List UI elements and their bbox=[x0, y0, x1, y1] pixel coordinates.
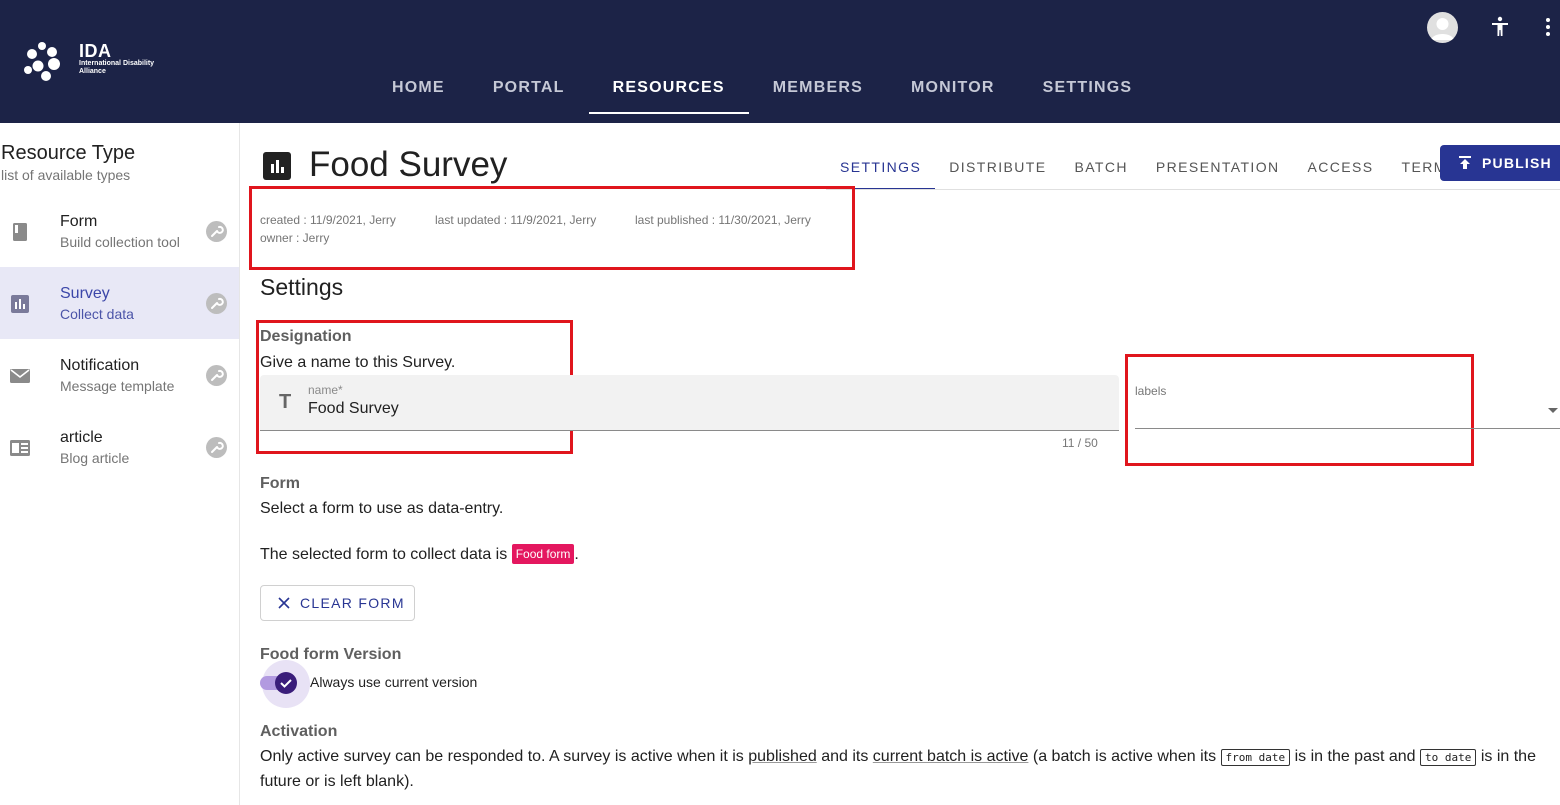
top-app-bar: IDA International Disability Alliance HO… bbox=[0, 0, 1560, 123]
brand-subtitle: International Disability Alliance bbox=[79, 60, 155, 75]
sidebar-item-description: Blog article bbox=[60, 450, 130, 466]
toggle-thumb bbox=[275, 672, 297, 694]
envelope-icon bbox=[9, 365, 31, 387]
selected-form-text: The selected form to collect data is Foo… bbox=[260, 544, 579, 564]
sidebar-item-label: Survey bbox=[60, 285, 110, 302]
from-date-code: from date bbox=[1220, 749, 1291, 766]
designation-description: Give a name to this Survey. bbox=[260, 354, 456, 371]
sidebar-item-survey[interactable]: Survey Collect data bbox=[0, 267, 239, 339]
bar-chart-icon bbox=[9, 293, 31, 315]
labels-field-label: labels bbox=[1135, 384, 1167, 398]
sidebar-item-label: article bbox=[60, 429, 103, 446]
selected-form-suffix: . bbox=[574, 546, 579, 563]
sidebar-item-notification[interactable]: Notification Message template bbox=[0, 339, 239, 411]
tab-presentation[interactable]: PRESENTATION bbox=[1142, 143, 1294, 190]
tab-batch[interactable]: BATCH bbox=[1060, 143, 1141, 190]
name-field[interactable]: T name* Food Survey bbox=[260, 375, 1119, 431]
name-field-label: name* bbox=[308, 383, 343, 397]
resource-tabs: SETTINGS DISTRIBUTE BATCH PRESENTATION A… bbox=[826, 143, 1472, 190]
activation-text-2: and its bbox=[821, 748, 869, 765]
selected-form-prefix: The selected form to collect data is bbox=[260, 546, 508, 563]
tab-distribute[interactable]: DISTRIBUTE bbox=[935, 143, 1060, 190]
designation-title: Designation bbox=[260, 328, 352, 345]
sidebar-item-description: Collect data bbox=[60, 306, 134, 322]
nav-resources[interactable]: RESOURCES bbox=[588, 62, 749, 114]
close-icon bbox=[278, 597, 290, 609]
wrench-icon[interactable] bbox=[206, 293, 227, 314]
main-nav: HOME PORTAL RESOURCES MEMBERS MONITOR SE… bbox=[368, 62, 1156, 114]
nav-members[interactable]: MEMBERS bbox=[749, 62, 887, 114]
published-link[interactable]: published bbox=[748, 748, 817, 765]
article-icon bbox=[9, 437, 31, 459]
labels-select[interactable]: labels bbox=[1135, 377, 1560, 429]
accessibility-icon[interactable] bbox=[1488, 15, 1512, 39]
publish-button[interactable]: PUBLISH bbox=[1440, 145, 1560, 181]
to-date-code: to date bbox=[1420, 749, 1477, 766]
activation-description: Only active survey can be responded to. … bbox=[260, 745, 1550, 794]
nav-settings[interactable]: SETTINGS bbox=[1019, 62, 1157, 114]
resource-type-sidebar: Resource Type list of available types Fo… bbox=[0, 123, 240, 805]
wrench-icon[interactable] bbox=[206, 365, 227, 386]
text-field-icon: T bbox=[279, 391, 292, 413]
settings-heading: Settings bbox=[260, 274, 344, 300]
wrench-icon[interactable] bbox=[206, 437, 227, 458]
ida-logo[interactable]: IDA International Disability Alliance bbox=[24, 40, 154, 84]
sidebar-item-form[interactable]: Form Build collection tool bbox=[0, 195, 239, 267]
sidebar-item-label: Form bbox=[60, 213, 98, 230]
highlight-box-meta bbox=[249, 186, 855, 270]
wrench-icon[interactable] bbox=[206, 221, 227, 242]
selected-form-chip[interactable]: Food form bbox=[511, 544, 575, 564]
name-field-value[interactable]: Food Survey bbox=[308, 400, 399, 418]
nav-monitor[interactable]: MONITOR bbox=[887, 62, 1019, 114]
sidebar-subtitle: list of available types bbox=[1, 167, 131, 183]
sidebar-title: Resource Type bbox=[1, 142, 136, 164]
clear-form-label: CLEAR FORM bbox=[300, 595, 405, 611]
dropdown-arrow-icon[interactable] bbox=[1548, 408, 1558, 413]
survey-bar-chart-icon bbox=[263, 152, 291, 180]
activation-text-4: is in the past and bbox=[1294, 748, 1416, 765]
tab-settings[interactable]: SETTINGS bbox=[826, 143, 936, 190]
page-title: Food Survey bbox=[309, 145, 508, 184]
nav-home[interactable]: HOME bbox=[368, 62, 469, 114]
publish-icon bbox=[1459, 156, 1471, 169]
activation-text-1: Only active survey can be responded to. … bbox=[260, 748, 744, 765]
book-icon bbox=[9, 221, 31, 243]
more-vert-icon[interactable] bbox=[1536, 15, 1560, 39]
logo-dots-icon bbox=[24, 42, 60, 81]
always-current-version-toggle[interactable] bbox=[260, 660, 310, 708]
user-icon bbox=[1431, 18, 1454, 40]
sidebar-item-description: Build collection tool bbox=[60, 234, 180, 250]
sidebar-item-description: Message template bbox=[60, 378, 175, 394]
current-batch-link[interactable]: current batch is active bbox=[873, 748, 1029, 765]
activation-text-3: (a batch is active when its bbox=[1032, 748, 1217, 765]
tabs-divider bbox=[826, 189, 1560, 190]
check-icon bbox=[280, 679, 292, 688]
user-avatar[interactable] bbox=[1427, 12, 1458, 43]
tab-access[interactable]: ACCESS bbox=[1294, 143, 1388, 190]
nav-portal[interactable]: PORTAL bbox=[469, 62, 589, 114]
toggle-label: Always use current version bbox=[310, 674, 478, 690]
brand-name: IDA bbox=[79, 41, 112, 61]
publish-label: PUBLISH bbox=[1482, 155, 1552, 171]
sidebar-item-label: Notification bbox=[60, 357, 140, 374]
form-section-title: Form bbox=[260, 475, 300, 492]
clear-form-button[interactable]: CLEAR FORM bbox=[260, 585, 415, 621]
name-char-counter: 11 / 50 bbox=[1062, 436, 1098, 450]
form-section-description: Select a form to use as data-entry. bbox=[260, 500, 504, 517]
sidebar-item-article[interactable]: article Blog article bbox=[0, 411, 239, 483]
activation-title: Activation bbox=[260, 723, 338, 740]
